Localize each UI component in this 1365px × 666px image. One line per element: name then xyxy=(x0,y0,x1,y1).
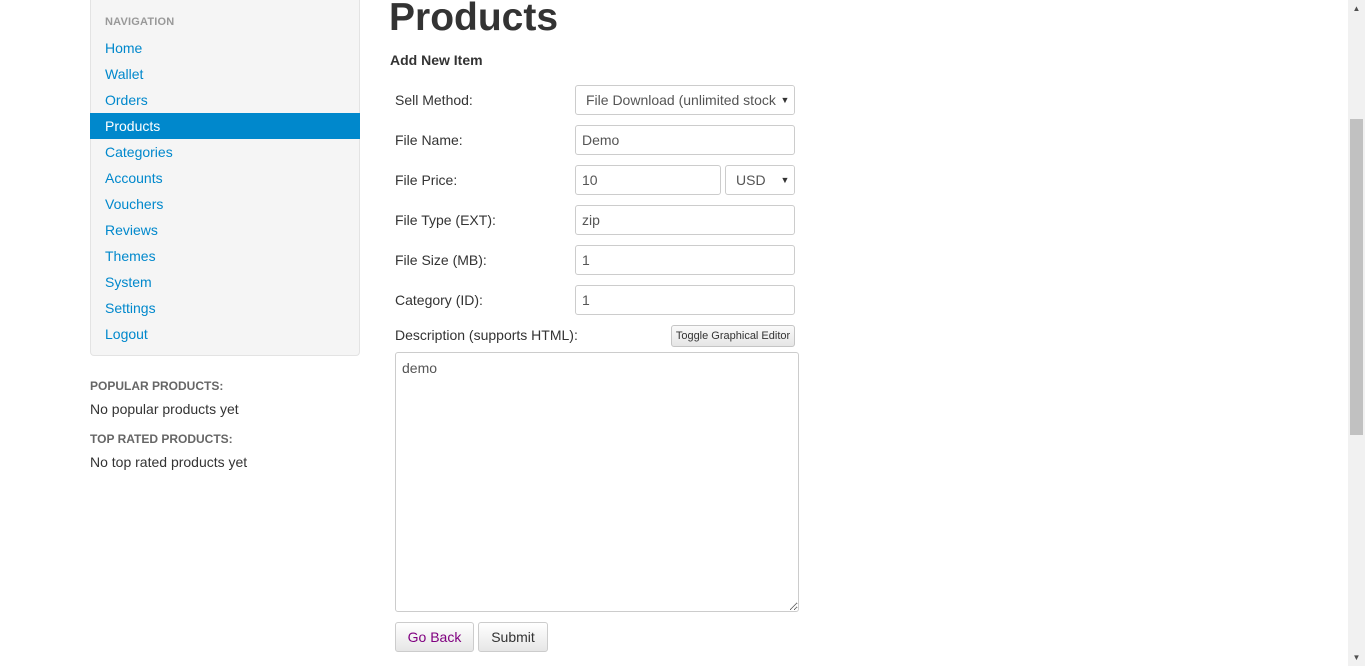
file-name-input[interactable] xyxy=(575,125,795,155)
description-label: Description (supports HTML): xyxy=(395,327,578,343)
sidebar-item-logout[interactable]: Logout xyxy=(91,321,359,347)
scroll-down-icon[interactable]: ▼ xyxy=(1348,649,1365,666)
file-size-input[interactable] xyxy=(575,245,795,275)
nav-header: NAVIGATION xyxy=(105,16,175,28)
popular-products-heading: POPULAR PRODUCTS: xyxy=(90,379,224,393)
description-textarea[interactable]: demo xyxy=(395,352,799,612)
form-subheading: Add New Item xyxy=(390,52,483,68)
file-price-input[interactable] xyxy=(575,165,721,195)
file-type-input[interactable] xyxy=(575,205,795,235)
chevron-down-icon: ▼ xyxy=(776,86,794,114)
currency-select[interactable]: USD ▼ xyxy=(725,165,795,195)
sell-method-label: Sell Method: xyxy=(395,92,473,108)
category-input[interactable] xyxy=(575,285,795,315)
sell-method-value: File Download (unlimited stock) xyxy=(586,92,781,108)
sidebar-item-settings[interactable]: Settings xyxy=(91,295,359,321)
sidebar-item-themes[interactable]: Themes xyxy=(91,243,359,269)
sidebar-item-vouchers[interactable]: Vouchers xyxy=(91,191,359,217)
scrollbar-thumb[interactable] xyxy=(1350,119,1363,435)
file-name-label: File Name: xyxy=(395,132,463,148)
file-price-label: File Price: xyxy=(395,172,458,188)
page-title: Products xyxy=(389,0,559,39)
page-scrollbar[interactable]: ▲ ▼ xyxy=(1348,0,1365,666)
top-rated-products-text: No top rated products yet xyxy=(90,454,248,470)
sidebar-item-wallet[interactable]: Wallet xyxy=(91,61,359,87)
chevron-down-icon: ▼ xyxy=(776,166,794,194)
sidebar-item-accounts[interactable]: Accounts xyxy=(91,165,359,191)
sidebar-item-categories[interactable]: Categories xyxy=(91,139,359,165)
currency-value: USD xyxy=(736,172,766,188)
sidebar-item-home[interactable]: Home xyxy=(91,35,359,61)
sidebar-item-system[interactable]: System xyxy=(91,269,359,295)
nav-list: Home Wallet Orders Products Categories A… xyxy=(90,35,360,347)
sidebar-item-orders[interactable]: Orders xyxy=(91,87,359,113)
file-size-label: File Size (MB): xyxy=(395,252,487,268)
submit-button[interactable]: Submit xyxy=(478,622,548,652)
go-back-button[interactable]: Go Back xyxy=(395,622,474,652)
sidebar-nav: NAVIGATION Home Wallet Orders Products C… xyxy=(90,0,360,356)
sidebar-item-products[interactable]: Products xyxy=(90,113,360,139)
page: NAVIGATION Home Wallet Orders Products C… xyxy=(0,0,1365,666)
sidebar-item-reviews[interactable]: Reviews xyxy=(91,217,359,243)
category-label: Category (ID): xyxy=(395,292,483,308)
file-type-label: File Type (EXT): xyxy=(395,212,496,228)
popular-products-text: No popular products yet xyxy=(90,401,239,417)
top-rated-products-heading: TOP RATED PRODUCTS: xyxy=(90,432,233,446)
scroll-up-icon[interactable]: ▲ xyxy=(1348,0,1365,17)
sell-method-select[interactable]: File Download (unlimited stock) ▼ xyxy=(575,85,795,115)
toggle-graphical-editor-button[interactable]: Toggle Graphical Editor xyxy=(671,325,795,347)
